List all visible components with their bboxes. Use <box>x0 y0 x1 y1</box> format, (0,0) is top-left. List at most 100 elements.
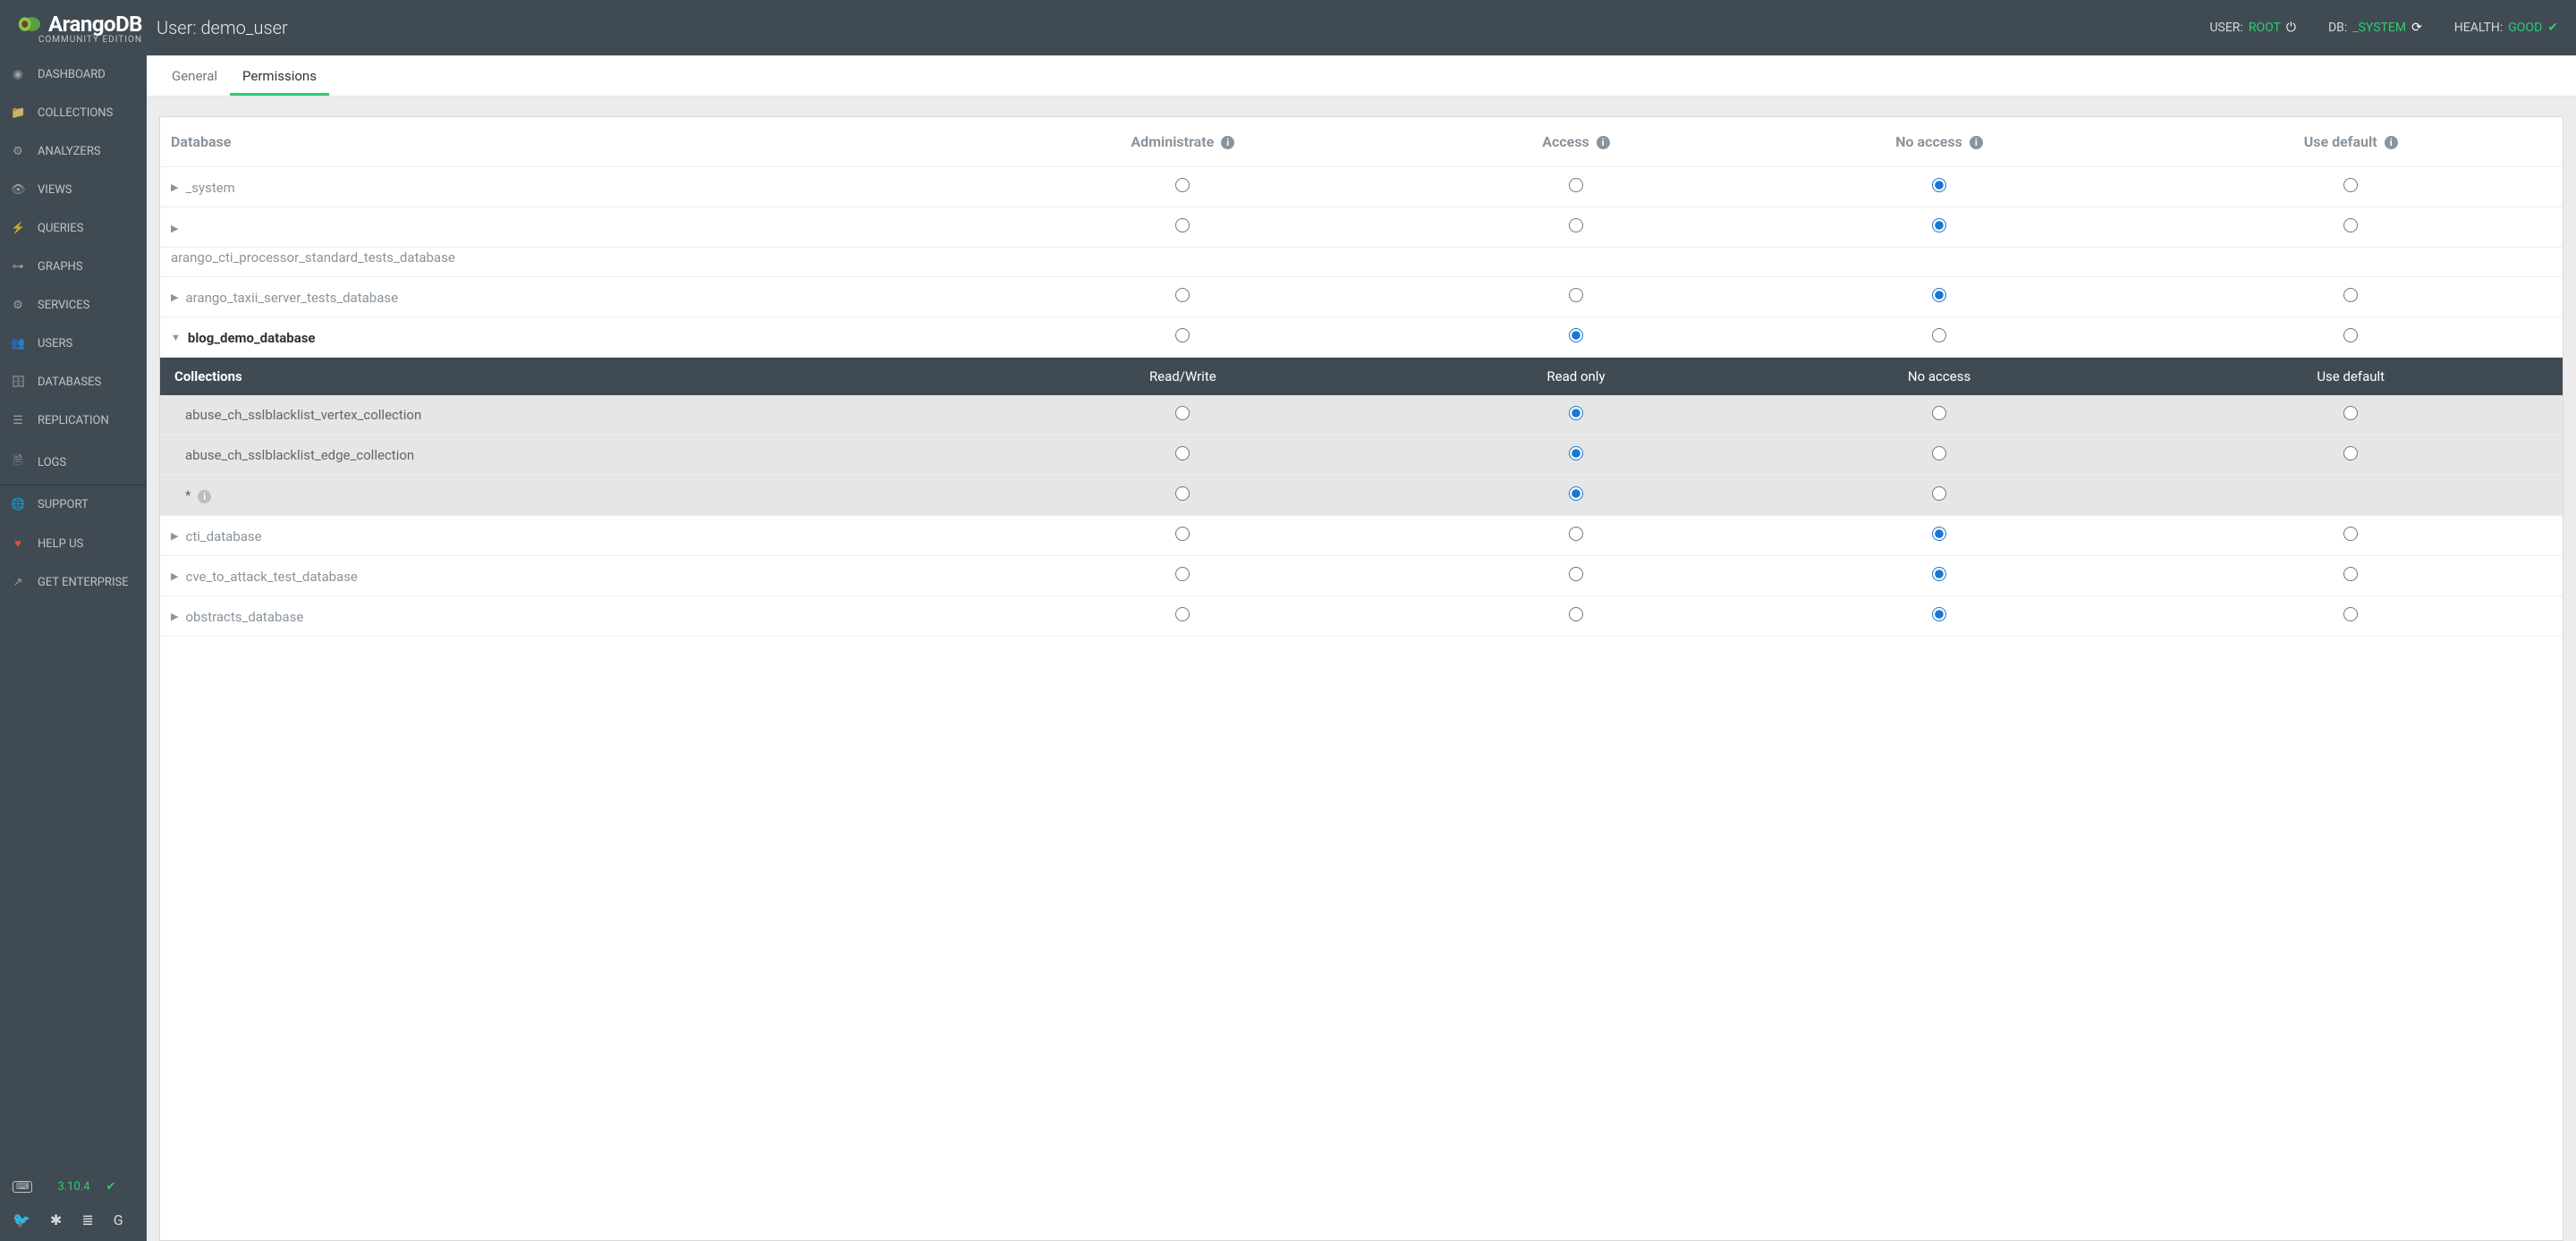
sidebar-item-collections[interactable]: 📁COLLECTIONS <box>0 94 147 132</box>
database-row[interactable]: ▶ _system <box>160 167 2563 207</box>
permission-radio[interactable] <box>2343 328 2358 342</box>
permission-radio[interactable] <box>1932 328 1946 342</box>
permissions-table: Database Administrate i Access i No acce… <box>160 117 2563 637</box>
database-row[interactable]: ▶ cti_database <box>160 516 2563 556</box>
caret-icon: ▼ <box>171 332 181 343</box>
col-usedefault: Use default i <box>2139 117 2563 167</box>
sidebar-item-analyzers[interactable]: ⚙ANALYZERS <box>0 132 147 171</box>
permission-radio[interactable] <box>1175 486 1190 501</box>
sidebar-item-users[interactable]: 👥USERS <box>0 325 147 363</box>
collections-header: Collections Read/Write Read only No acce… <box>160 358 2563 396</box>
google-icon[interactable]: G <box>114 1211 123 1228</box>
twitter-icon[interactable]: 🐦 <box>13 1211 30 1228</box>
refresh-icon: ⟳ <box>2411 21 2422 35</box>
permission-radio[interactable] <box>1175 328 1190 342</box>
permission-radio[interactable] <box>1932 288 1946 302</box>
permission-radio[interactable] <box>1932 567 1946 581</box>
permission-radio[interactable] <box>1175 218 1190 232</box>
database-row-label[interactable]: arango_cti_processor_standard_tests_data… <box>160 248 2563 277</box>
logo[interactable]: ArangoDB COMMUNITY EDITION <box>18 12 142 45</box>
sidebar-item-queries[interactable]: ⚡QUERIES <box>0 209 147 248</box>
col-database: Database <box>160 117 953 167</box>
permission-radio[interactable] <box>1932 178 1946 192</box>
bolt-icon: ⚡ <box>11 222 25 235</box>
sidebar-item-replication[interactable]: ☰REPLICATION <box>0 401 147 440</box>
permission-radio[interactable] <box>1175 178 1190 192</box>
sidebar-item-graphs[interactable]: ⊶GRAPHS <box>0 248 147 286</box>
collection-row[interactable]: abuse_ch_sslblacklist_edge_collection <box>160 435 2563 476</box>
permission-radio[interactable] <box>2343 406 2358 420</box>
permission-radio[interactable] <box>1175 607 1190 621</box>
sidebar-item-helpus[interactable]: ♥ HELP US <box>0 524 147 563</box>
sidebar-item-views[interactable]: 👁VIEWS <box>0 171 147 209</box>
tab-permissions[interactable]: Permissions <box>230 55 329 96</box>
permission-radio[interactable] <box>1569 288 1583 302</box>
database-row[interactable]: ▶ obstracts_database <box>160 596 2563 637</box>
caret-icon: ▶ <box>171 530 178 542</box>
dashboard-icon: ◉ <box>11 68 25 81</box>
permission-radio[interactable] <box>1932 446 1946 460</box>
permission-radio[interactable] <box>1932 218 1946 232</box>
permission-radio[interactable] <box>1175 446 1190 460</box>
sidebar-item-services[interactable]: ⚙SERVICES <box>0 286 147 325</box>
tab-general[interactable]: General <box>159 55 230 96</box>
permission-radio[interactable] <box>2343 178 2358 192</box>
logo-text: ArangoDB <box>48 12 142 37</box>
collection-row[interactable]: * i <box>160 476 2563 516</box>
sidebar-item-dashboard[interactable]: ◉DASHBOARD <box>0 55 147 94</box>
folder-icon: 📁 <box>11 106 25 120</box>
sidebar-item-databases[interactable]: 🗄DATABASES <box>0 363 147 401</box>
permission-radio[interactable] <box>2343 446 2358 460</box>
caret-icon: ▶ <box>171 223 178 234</box>
permission-radio[interactable] <box>1569 567 1583 581</box>
permission-radio[interactable] <box>1932 607 1946 621</box>
info-icon: i <box>1221 136 1234 149</box>
collection-row[interactable]: abuse_ch_sslblacklist_vertex_collection <box>160 395 2563 435</box>
permission-radio[interactable] <box>1569 446 1583 460</box>
sidebar-item-support[interactable]: 🌐 SUPPORT <box>0 485 147 524</box>
gear-icon: ⚙ <box>11 145 25 158</box>
users-icon: 👥 <box>11 337 25 350</box>
col-administrate: Administrate i <box>953 117 1412 167</box>
power-icon: ⏻ <box>2286 21 2296 35</box>
permission-radio[interactable] <box>1569 406 1583 420</box>
permission-radio[interactable] <box>1569 486 1583 501</box>
permission-radio[interactable] <box>1175 527 1190 541</box>
database-row[interactable]: ▼ blog_demo_database <box>160 317 2563 358</box>
database-row[interactable]: ▶ <box>160 207 2563 248</box>
permission-radio[interactable] <box>1932 527 1946 541</box>
link-icon: ↗ <box>11 576 25 589</box>
permission-radio[interactable] <box>2343 527 2358 541</box>
permission-radio[interactable] <box>2343 288 2358 302</box>
info-icon: i <box>1970 136 1983 149</box>
eye-icon: 👁 <box>11 183 25 197</box>
permission-radio[interactable] <box>1569 607 1583 621</box>
graph-icon: ⊶ <box>11 260 25 274</box>
permission-radio[interactable] <box>1175 406 1190 420</box>
sidebar-item-enterprise[interactable]: ↗ GET ENTERPRISE <box>0 563 147 602</box>
permission-radio[interactable] <box>1569 178 1583 192</box>
permission-radio[interactable] <box>1932 486 1946 501</box>
permission-radio[interactable] <box>1175 567 1190 581</box>
permission-radio[interactable] <box>1569 328 1583 342</box>
permission-radio[interactable] <box>1569 218 1583 232</box>
slack-icon[interactable]: ✱ <box>50 1211 62 1228</box>
permission-radio[interactable] <box>1932 406 1946 420</box>
version-row[interactable]: ⌨ 3.10.4 ✔ <box>11 1180 136 1204</box>
topbar-user[interactable]: USER: ROOT ⏻ <box>2209 21 2296 35</box>
info-icon: i <box>1597 136 1610 149</box>
topbar-health[interactable]: HEALTH: GOOD ✔ <box>2454 21 2558 35</box>
sidebar-item-logs[interactable]: 🗎LOGS <box>0 440 147 485</box>
database-row[interactable]: ▶ cve_to_attack_test_database <box>160 556 2563 596</box>
permission-radio[interactable] <box>1175 288 1190 302</box>
permission-radio[interactable] <box>2343 567 2358 581</box>
permission-radio[interactable] <box>2343 607 2358 621</box>
avocado-icon <box>18 15 41 33</box>
database-row[interactable]: ▶ arango_taxii_server_tests_database <box>160 277 2563 317</box>
permission-radio[interactable] <box>1569 527 1583 541</box>
main-content: General Permissions Database Administrat… <box>147 55 2576 1241</box>
topbar-db[interactable]: DB: _SYSTEM ⟳ <box>2328 21 2422 35</box>
info-icon: i <box>198 490 211 503</box>
stackoverflow-icon[interactable]: ≣ <box>81 1211 93 1228</box>
permission-radio[interactable] <box>2343 218 2358 232</box>
